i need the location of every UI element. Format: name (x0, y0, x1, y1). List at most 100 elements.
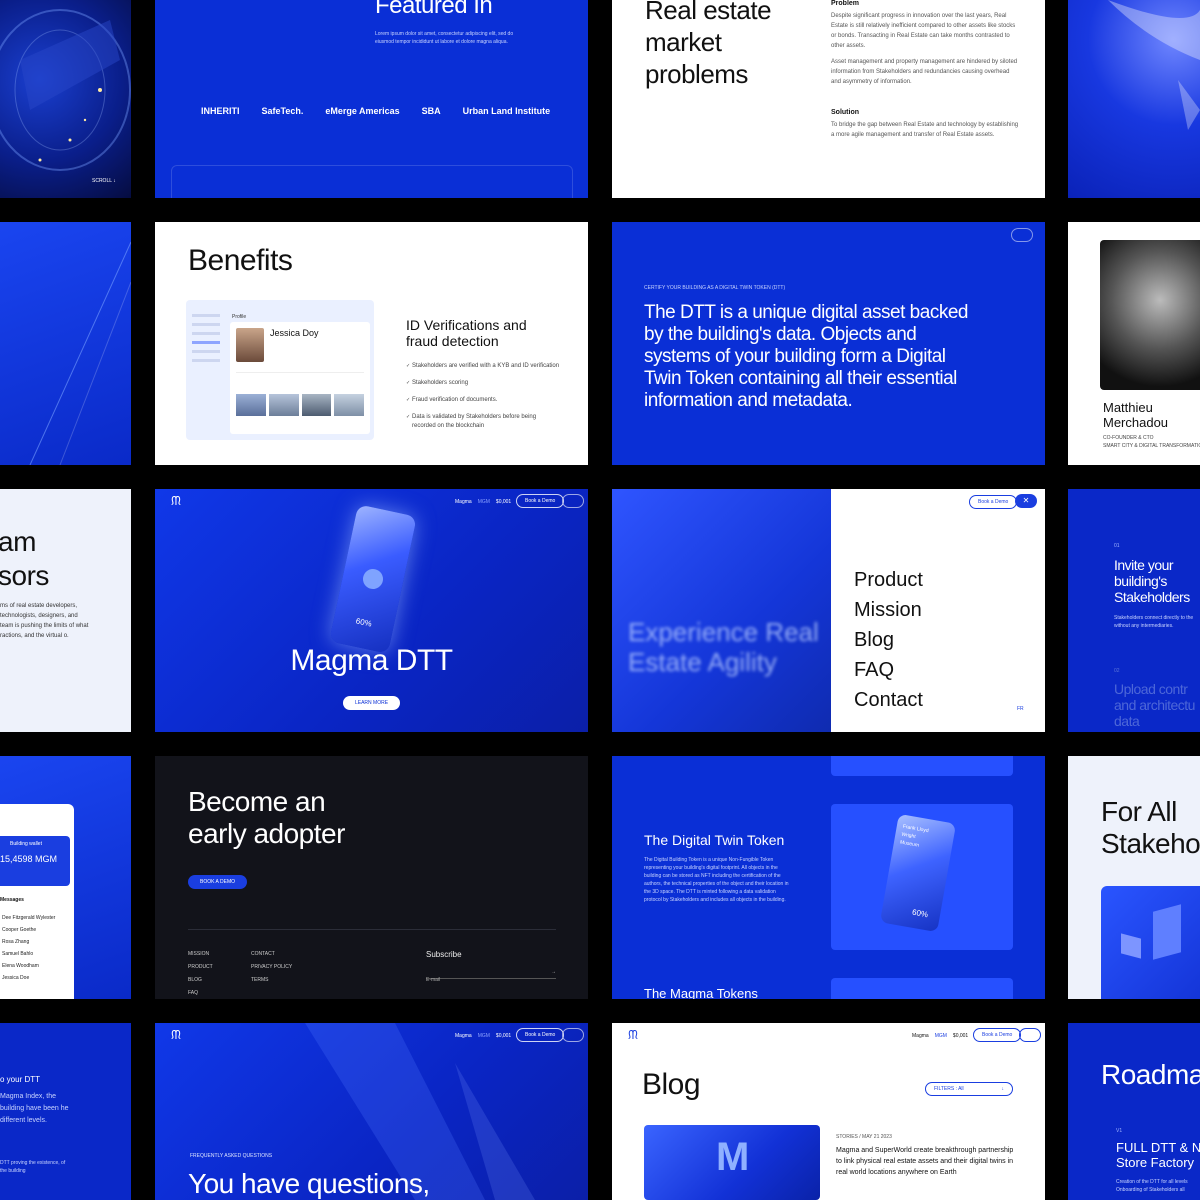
person-role: CO-FOUNDER & CTO (1103, 435, 1154, 441)
tile-problems: Real estate market problems Problem Desp… (612, 0, 1045, 198)
tile-team-advisors: am sors ms of real estate developers, te… (0, 489, 131, 732)
book-demo-button[interactable]: Book a Demo (516, 1028, 565, 1042)
token-card: Frank Lloyd Wright Museum 60% (879, 813, 957, 933)
menu-item-mission[interactable]: Mission (854, 595, 923, 625)
subscribe-heading: Subscribe (426, 950, 462, 959)
wallet-balance-card: Building wallet 15,4598 MGM (0, 836, 70, 886)
person-photo (1100, 240, 1200, 390)
contact-item[interactable]: Samuel Bahlo (2, 950, 70, 958)
contact-item[interactable]: Dee Fitzgerald Wylester (2, 914, 70, 922)
tile-digital-twin-token: The Digital Twin Token The Digital Build… (612, 756, 1045, 999)
menu-item-product[interactable]: Product (854, 565, 923, 595)
email-field[interactable]: E-mail → (426, 968, 556, 983)
dtt-index-body: Magma Index, the building have been he d… (0, 1093, 69, 1124)
logo-emerge: eMerge Americas (325, 106, 400, 116)
menu-icon[interactable] (562, 494, 584, 508)
tile-wallet: Building wallet 15,4598 MGM Messages Dee… (0, 756, 131, 999)
benefits-list: Stakeholders are verified with a KYB and… (406, 362, 561, 439)
language-switch[interactable]: FR (1017, 705, 1024, 713)
blog-title: Blog (642, 1068, 701, 1101)
scroll-indicator[interactable]: SCROLL ↓ (92, 177, 116, 185)
tile-roadmap: Roadma V1 FULL DTT & N Store Factory Cre… (1068, 1023, 1200, 1200)
menu-icon[interactable] (1019, 1028, 1041, 1042)
invite-body: Stakeholders connect directly to the wit… (1114, 615, 1194, 629)
token-card-title: Frank Lloyd Wright Museum (899, 823, 930, 849)
book-demo-button[interactable]: Book a Demo (516, 494, 565, 508)
blurred-hero: Experience Real Estate Agility (612, 489, 831, 732)
tile-stakeholders: For All Stakehol (1068, 756, 1200, 999)
blog-post-title[interactable]: Magma and SuperWorld create breakthrough… (836, 1145, 1016, 1178)
magma-logo-icon[interactable]: ᙏ (628, 1028, 638, 1043)
faq-title: You have questions, (188, 1168, 430, 1199)
footer-link-terms[interactable]: TERMS (251, 974, 292, 987)
email-placeholder: E-mail (426, 977, 441, 983)
book-demo-button[interactable]: BOOK A DEMO (188, 875, 248, 889)
chevron-down-icon: ↓ (1001, 1086, 1005, 1092)
contacts-list: Dee Fitzgerald Wylester Cooper Goethe Ro… (2, 914, 70, 986)
tile-dtt-statement: CERTIFY YOUR BUILDING AS A DIGITAL TWIN … (612, 222, 1045, 465)
footer-col-2: CONTACT PRIVACY POLICY TERMS (251, 948, 292, 987)
stakeholders-title: For All Stakehol (1101, 796, 1200, 859)
footer-link-blog[interactable]: BLOG (188, 974, 213, 987)
nav-price: $0,001 (495, 499, 512, 505)
logo-inheriti: INHERITI (201, 106, 240, 116)
menu-icon[interactable] (562, 1028, 584, 1042)
logo-strip: INHERITI SafeTech. eMerge Americas SBA U… (155, 100, 588, 122)
abstract-shape (1108, 0, 1200, 130)
nav-brand[interactable]: Magma (455, 498, 472, 506)
footer-link-product[interactable]: PRODUCT (188, 961, 213, 974)
tile-faq: ᙏ Magma MGM $0,001 Book a Demo FREQUENTL… (155, 1023, 588, 1200)
close-icon[interactable]: ✕ (1015, 494, 1037, 508)
book-demo-button[interactable]: Book a Demo (973, 1028, 1022, 1042)
magma-logo-icon[interactable]: ᙏ (171, 494, 181, 509)
footer-link-contact[interactable]: CONTACT (251, 948, 292, 961)
tile-early-adopter: Become an early adopter BOOK A DEMO MISS… (155, 756, 588, 999)
footer-link-faq[interactable]: FAQ (188, 987, 213, 999)
magma-tokens-title: The Magma Tokens (644, 986, 758, 999)
footer-link-mission[interactable]: MISSION (188, 948, 213, 961)
tile-invite: 01 Invite your building's Stakeholders S… (1068, 489, 1200, 732)
roadmap-body: Creation of the DTT for all levels Onboa… (1116, 1179, 1188, 1193)
token-card-percent: 60% (911, 907, 929, 920)
problem-text-2: Asset management and property management… (831, 59, 1018, 85)
invite-title: Invite your building's Stakeholders (1114, 557, 1190, 605)
adopter-title: Become an early adopter (188, 786, 345, 849)
contact-item[interactable]: Cooper Goethe (2, 926, 70, 934)
roadmap-item: FULL DTT & N Store Factory (1116, 1140, 1200, 1170)
nav-brand[interactable]: Magma (912, 1032, 929, 1040)
profile-tab[interactable]: Profile (232, 313, 246, 321)
solution-text: To bridge the gap between Real Estate an… (831, 122, 1019, 138)
magma-logo-icon[interactable]: ᙏ (171, 1028, 181, 1043)
id-verification-title: ID Verifications and fraud detection (406, 317, 527, 349)
contact-item[interactable]: Jessica Doe (2, 974, 70, 982)
book-demo-button[interactable]: Book a Demo (969, 495, 1018, 509)
footer-col-1: MISSION PRODUCT BLOG FAQ (188, 948, 213, 999)
roadmap-step: V1 (1116, 1128, 1123, 1134)
team-body: ms of real estate developers, technologi… (0, 603, 89, 639)
menu-icon[interactable] (1011, 228, 1033, 242)
problems-title: Real estate market problems (645, 0, 772, 89)
problem-heading: Problem (831, 0, 860, 7)
menu-item-blog[interactable]: Blog (854, 625, 923, 655)
contact-item[interactable]: Rosa Zhang (2, 938, 70, 946)
footer-link-privacy[interactable]: PRIVACY POLICY (251, 961, 292, 974)
nav-price: $0,001 (495, 1033, 512, 1039)
logo-sba: SBA (421, 106, 441, 116)
tile-benefits: Benefits Profile Jessica Doy ID Verifica… (155, 222, 588, 465)
learn-more-button[interactable]: LEARN MORE (342, 696, 401, 710)
wallet-mockup: Building wallet 15,4598 MGM Messages Dee… (0, 804, 74, 999)
card-below (831, 978, 1013, 999)
contact-item[interactable]: Elena Woodham (2, 962, 70, 970)
arrow-right-icon[interactable]: → (551, 968, 556, 976)
hero-title: Magma DTT (290, 644, 453, 677)
nav-brand[interactable]: Magma (455, 1032, 472, 1040)
card-percent: 60% (354, 616, 373, 629)
tile-team-member: Matthieu Merchadou CO-FOUNDER & CTO SMAR… (1068, 222, 1200, 465)
wallet-title: Building wallet (10, 841, 42, 847)
featured-card (171, 165, 573, 198)
menu-item-faq[interactable]: FAQ (854, 655, 923, 685)
nav-token: MGM (477, 499, 490, 505)
blog-post-image[interactable]: M (644, 1125, 820, 1200)
menu-item-contact[interactable]: Contact (854, 685, 923, 715)
filter-dropdown[interactable]: FILTERS : All ↓ (925, 1082, 1013, 1096)
